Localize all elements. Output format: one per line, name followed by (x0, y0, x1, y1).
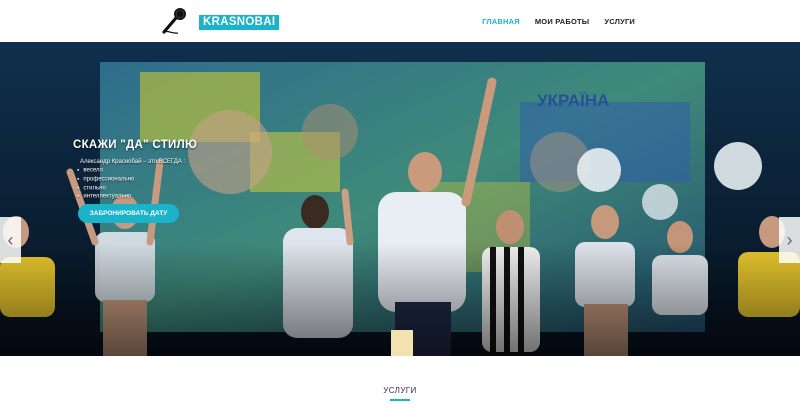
nav-item-works[interactable]: МОИ РАБОТЫ (535, 17, 589, 26)
chevron-right-icon: › (786, 230, 793, 250)
nav-item-services[interactable]: УСЛУГИ (604, 17, 635, 26)
chevron-left-icon: ‹ (7, 230, 14, 250)
book-date-button[interactable]: ЗАБРОНИРОВАТЬ ДАТУ (78, 204, 179, 223)
services-heading: УСЛУГИ (383, 386, 417, 395)
list-item: стильно (77, 184, 134, 193)
main-nav: ГЛАВНАЯ МОИ РАБОТЫ УСЛУГИ (467, 17, 635, 26)
screen-banner-text: УКРАЇНА (537, 91, 609, 110)
brand-logo[interactable]: KRASNOBAI (199, 15, 280, 30)
hero-intro: Александр Краснобай – это ВСЕГДА : (80, 159, 186, 165)
nav-item-home[interactable]: ГЛАВНАЯ (482, 17, 520, 26)
slider-prev-button[interactable]: ‹ (0, 217, 21, 263)
hero-slider: УКРАЇНА СКАЖИ "ДА" СТИЛЮ Александр Красн… (0, 42, 800, 356)
hero-feature-list: весело профессионально стильно интеллект… (77, 166, 134, 201)
microphone-icon[interactable] (158, 6, 190, 38)
list-item: профессионально (77, 175, 134, 184)
site-header: KRASNOBAI ГЛАВНАЯ МОИ РАБОТЫ УСЛУГИ (0, 0, 800, 42)
slider-next-button[interactable]: › (779, 217, 800, 263)
list-item: интеллектуально (77, 192, 134, 201)
list-item: весело (77, 166, 134, 175)
services-heading-underline (390, 399, 410, 401)
hero-title: СКАЖИ "ДА" СТИЛЮ (73, 139, 198, 151)
